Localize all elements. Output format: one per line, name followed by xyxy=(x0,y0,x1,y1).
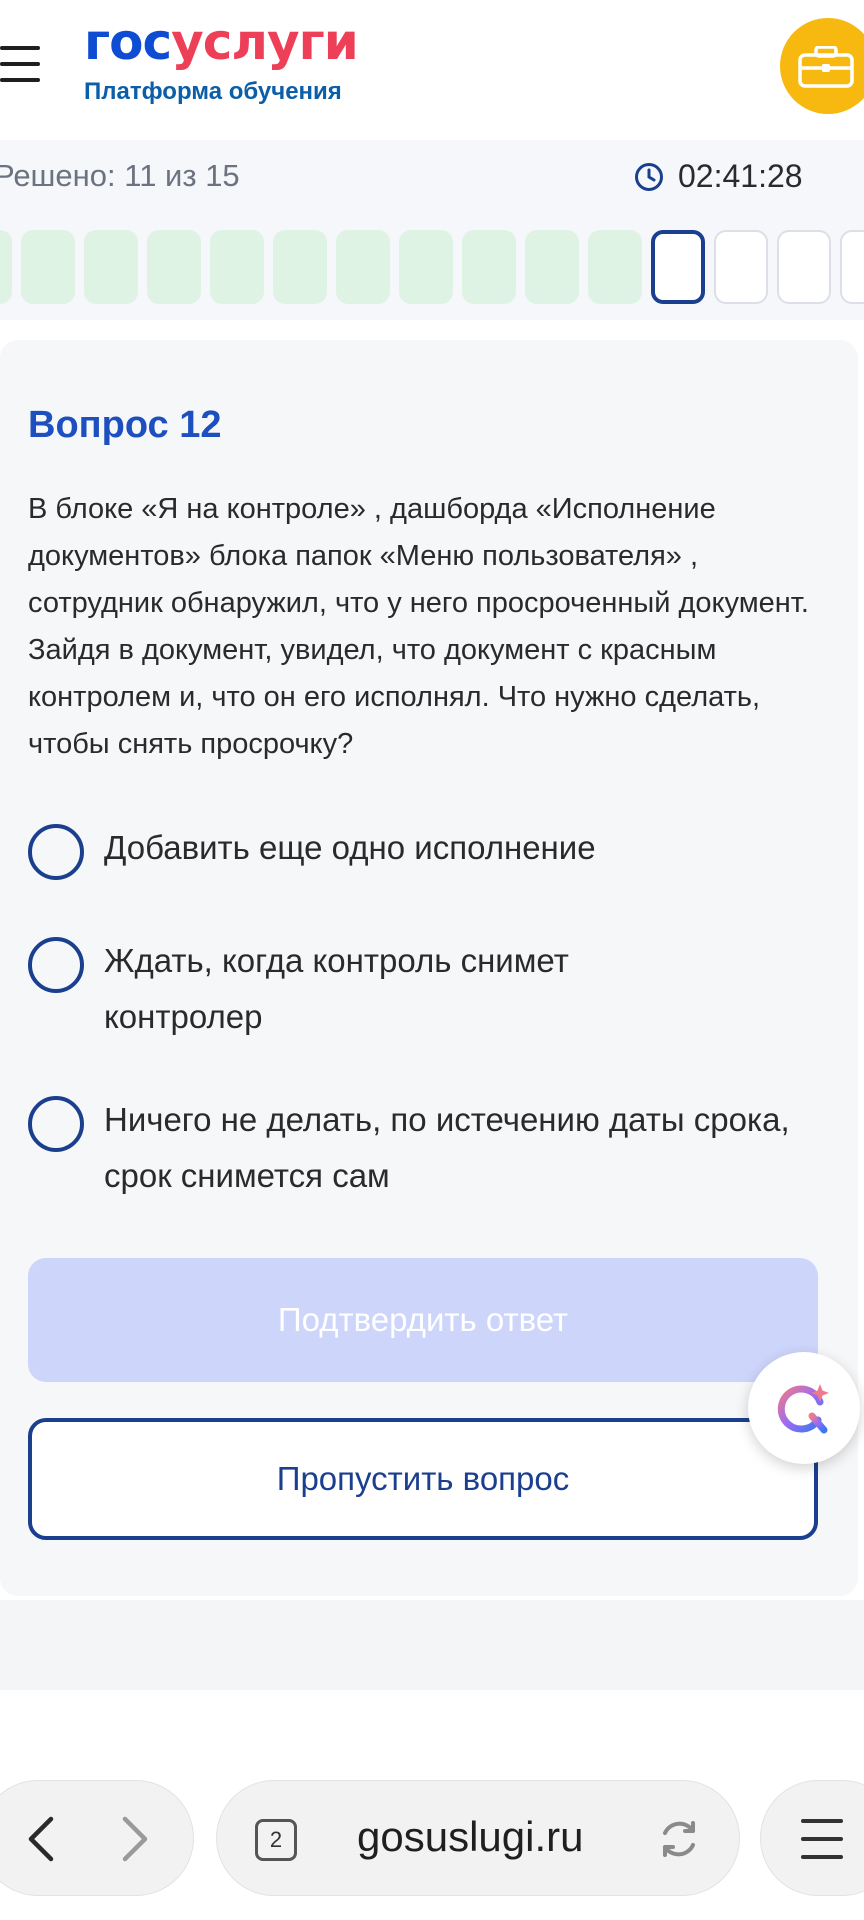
reload-icon[interactable] xyxy=(657,1817,701,1861)
logo-part-uslugi: услуги xyxy=(171,13,359,71)
logo-part-gos: гос xyxy=(84,13,172,71)
browser-menu-button[interactable] xyxy=(760,1780,864,1896)
test-progress: Решено: 11 из 15 02:41:28 xyxy=(0,140,864,320)
answer-option-label: Ничего не делать, по истечению даты срок… xyxy=(104,1101,790,1194)
platform-subtitle: Платформа обучения xyxy=(84,78,342,105)
answer-option-2[interactable]: Ждать, когда контроль снимет контролер xyxy=(28,933,828,1045)
radio-button[interactable] xyxy=(28,824,84,880)
question-step-14[interactable] xyxy=(777,230,831,304)
hamburger-icon[interactable] xyxy=(0,46,40,82)
ai-assistant-icon xyxy=(777,1384,829,1434)
briefcase-button[interactable] xyxy=(780,18,864,114)
menu-line xyxy=(801,1819,843,1823)
confirm-answer-button[interactable]: Подтвердить ответ xyxy=(28,1258,818,1382)
question-step-indicator xyxy=(0,230,864,304)
question-step-12[interactable] xyxy=(651,230,705,304)
gosuslugi-logo[interactable]: госуслуги xyxy=(84,13,359,71)
forward-arrow-icon[interactable] xyxy=(119,1815,151,1863)
back-arrow-icon[interactable] xyxy=(25,1815,57,1863)
menu-line xyxy=(801,1855,843,1859)
radio-button[interactable] xyxy=(28,1096,84,1152)
question-step-10[interactable] xyxy=(525,230,579,304)
briefcase-icon xyxy=(798,46,854,88)
answer-option-label: Добавить еще одно исполнение xyxy=(104,829,596,866)
question-step-5[interactable] xyxy=(210,230,264,304)
question-text: В блоке «Я на контроле» , дашборда «Испо… xyxy=(28,493,809,760)
question-step-8[interactable] xyxy=(399,230,453,304)
page-footer-area xyxy=(0,1600,864,1690)
question-step-9[interactable] xyxy=(462,230,516,304)
answer-option-3[interactable]: Ничего не делать, по истечению даты срок… xyxy=(28,1092,828,1204)
clock-icon xyxy=(635,162,663,191)
menu-line xyxy=(801,1837,843,1841)
url-text[interactable]: gosuslugi.ru xyxy=(357,1813,583,1861)
solved-counter: Решено: 11 из 15 xyxy=(0,158,240,193)
navigation-controls xyxy=(0,1780,194,1896)
question-card: Вопрос 12 В блоке «Я на контроле» , дашб… xyxy=(0,340,858,1596)
assistant-button[interactable] xyxy=(748,1352,860,1464)
question-step-2[interactable] xyxy=(21,230,75,304)
address-bar[interactable]: 2 gosuslugi.ru xyxy=(216,1780,740,1896)
browser-toolbar: 2 gosuslugi.ru xyxy=(0,1690,864,1920)
timer-value: 02:41:28 xyxy=(678,158,803,194)
tabs-count-button[interactable]: 2 xyxy=(255,1819,297,1861)
radio-button[interactable] xyxy=(28,937,84,993)
timer: 02:41:28 xyxy=(634,158,803,195)
question-step-15[interactable] xyxy=(840,230,864,304)
question-step-11[interactable] xyxy=(588,230,642,304)
question-step-3[interactable] xyxy=(84,230,138,304)
question-step-4[interactable] xyxy=(147,230,201,304)
question-step-7[interactable] xyxy=(336,230,390,304)
question-step-1[interactable] xyxy=(0,230,12,304)
answer-option-1[interactable]: Добавить еще одно исполнение xyxy=(28,820,828,880)
answer-option-label: Ждать, когда контроль снимет контролер xyxy=(104,942,569,1035)
question-step-13[interactable] xyxy=(714,230,768,304)
site-header: госуслуги Платформа обучения xyxy=(0,0,864,140)
question-title: Вопрос 12 xyxy=(28,404,222,446)
question-step-6[interactable] xyxy=(273,230,327,304)
skip-question-button[interactable]: Пропустить вопрос xyxy=(28,1418,818,1540)
